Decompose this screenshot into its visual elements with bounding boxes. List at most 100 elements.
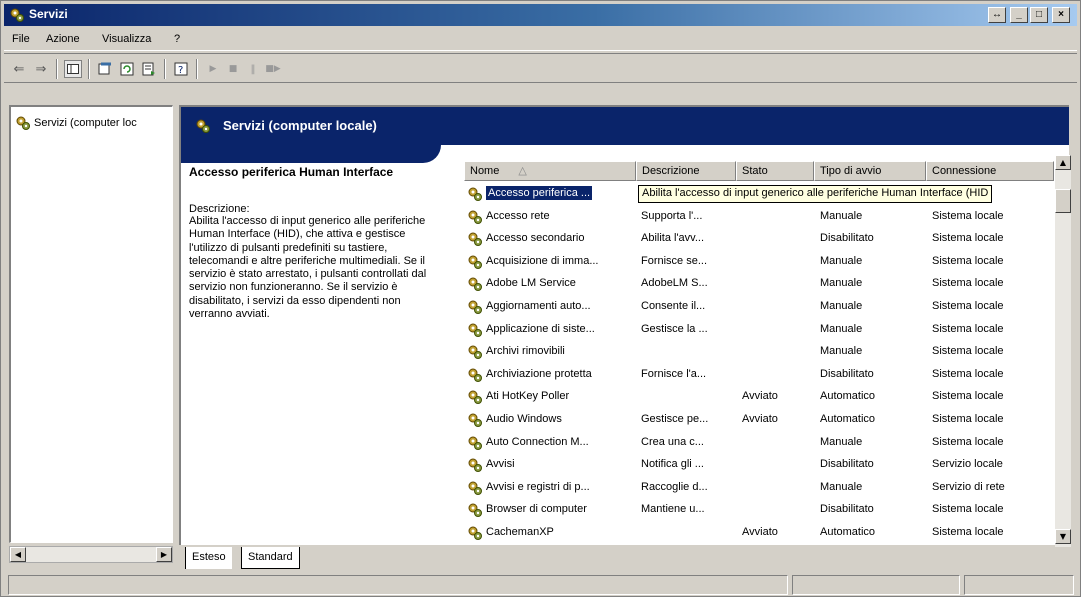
cell-logon: Sistema locale bbox=[932, 503, 1004, 516]
cell-name: Browser di computer bbox=[486, 503, 587, 516]
table-row[interactable]: Aggiornamenti auto... Consente il... Manua… bbox=[464, 296, 1064, 318]
table-row[interactable]: Auto Connection M... Crea una c... Manuale… bbox=[464, 432, 1064, 454]
maximize-button[interactable]: □ bbox=[1030, 7, 1048, 23]
cell-logon: Sistema locale bbox=[932, 367, 1004, 380]
table-row[interactable]: Applicazione di siste... Gestisce la ... M… bbox=[464, 319, 1064, 341]
details-pane: Servizi (computer locale) Accesso perife… bbox=[179, 105, 1071, 547]
table-row[interactable]: Ati HotKey Poller Avviato Automatico Sistem… bbox=[464, 386, 1064, 408]
show-hide-tree-icon[interactable] bbox=[64, 60, 82, 78]
list-vertical-scrollbar[interactable]: ▲ ▼ bbox=[1055, 155, 1071, 547]
table-row[interactable]: Adobe LM Service AdobeLM S... Manuale Siste… bbox=[464, 273, 1064, 295]
column-header-logon[interactable]: Connessione bbox=[926, 161, 1054, 181]
cell-startup: Manuale bbox=[820, 300, 863, 312]
title-bar[interactable]: Servizi ↔ _ □ × bbox=[4, 4, 1077, 26]
cell-status: Avviato bbox=[742, 390, 778, 403]
details-header-title: Servizi (computer locale) bbox=[223, 118, 377, 133]
cell-logon: Sistema locale bbox=[932, 390, 1004, 403]
tree-item-services[interactable]: Servizi (computer loc bbox=[15, 115, 137, 131]
table-row[interactable]: Acquisizione di imma... Fornisce se... Man… bbox=[464, 251, 1064, 273]
cell-description: AdobeLM S... bbox=[641, 277, 708, 290]
cell-logon: Sistema locale bbox=[932, 345, 1004, 358]
column-header-startup[interactable]: Tipo di avvio bbox=[814, 161, 926, 181]
menu-file[interactable]: File bbox=[12, 33, 30, 45]
service-gear-icon bbox=[468, 458, 482, 473]
cell-name: Adobe LM Service bbox=[486, 277, 576, 290]
table-row[interactable]: Accesso rete Supporta l'... Manuale Sistema… bbox=[464, 206, 1064, 228]
cell-name: Auto Connection M... bbox=[486, 435, 589, 448]
cell-status: Avviato bbox=[742, 413, 778, 425]
column-header-name[interactable]: Nome △ bbox=[464, 161, 636, 181]
tab-standard[interactable]: Standard bbox=[241, 547, 300, 569]
service-gear-icon bbox=[468, 503, 482, 518]
cell-startup: Manuale bbox=[820, 435, 863, 448]
status-bar bbox=[4, 575, 1077, 595]
cell-logon: Servizio di rete bbox=[932, 480, 1005, 493]
column-header-description[interactable]: Descrizione bbox=[636, 161, 736, 181]
cell-description: Fornisce se... bbox=[641, 254, 708, 267]
menu-bar: File Azione Visualizza ? bbox=[4, 29, 1077, 51]
tree-horizontal-scrollbar[interactable]: ◀ ▶ bbox=[9, 546, 173, 563]
window-title: Servizi bbox=[29, 7, 68, 21]
cell-logon: Sistema locale bbox=[932, 413, 1004, 425]
cell-startup: Automatico bbox=[820, 390, 876, 403]
back-icon[interactable]: ⇐ bbox=[10, 60, 28, 78]
minimize-button[interactable]: _ bbox=[1010, 7, 1028, 23]
menu-visualizza[interactable]: Visualizza bbox=[102, 33, 151, 45]
cell-description: Supporta l'... bbox=[641, 209, 703, 222]
help-context-button[interactable]: ↔ bbox=[988, 7, 1006, 23]
service-gear-icon bbox=[468, 526, 482, 540]
table-row[interactable]: Avvisi Notifica gli ... Disabilitato Serviz… bbox=[464, 454, 1064, 476]
cell-startup: Manuale bbox=[820, 322, 863, 335]
cell-name: Aggiornamenti auto... bbox=[486, 300, 591, 312]
menu-help[interactable]: ? bbox=[174, 33, 180, 45]
cell-name: Avvisi e registri di p... bbox=[486, 480, 590, 493]
description-label: Descrizione: bbox=[189, 203, 250, 215]
cell-description: Consente il... bbox=[641, 300, 706, 312]
svg-text:?: ? bbox=[178, 65, 183, 76]
cell-logon: Sistema locale bbox=[932, 435, 1004, 448]
scroll-down-icon[interactable]: ▼ bbox=[1055, 529, 1071, 544]
cell-name: Archivi rimovibili bbox=[486, 345, 565, 358]
cell-description: Gestisce pe... bbox=[641, 413, 709, 425]
table-row[interactable]: Archivi rimovibili Manuale Sistema locale bbox=[464, 341, 1064, 363]
refresh-icon[interactable] bbox=[118, 60, 136, 78]
scroll-right-icon[interactable]: ▶ bbox=[156, 547, 172, 562]
export-list-icon[interactable] bbox=[140, 60, 158, 78]
help-icon[interactable]: ? bbox=[172, 60, 190, 78]
service-gear-icon bbox=[468, 390, 482, 405]
cell-startup: Disabilitato bbox=[820, 503, 874, 516]
cell-logon: Servizio locale bbox=[932, 458, 1003, 471]
service-gear-icon bbox=[468, 232, 482, 247]
menu-azione[interactable]: Azione bbox=[46, 33, 80, 45]
status-cell-main bbox=[8, 575, 788, 595]
scroll-left-icon[interactable]: ◀ bbox=[10, 547, 26, 562]
table-row[interactable]: CachemanXP Avviato Automatico Sistema local… bbox=[464, 522, 1064, 544]
table-row[interactable]: Accesso secondario Abilita l'avv... Disabi… bbox=[464, 228, 1064, 250]
tab-esteso[interactable]: Esteso bbox=[185, 547, 232, 569]
toolbar-separator bbox=[196, 59, 198, 79]
cell-startup: Disabilitato bbox=[820, 367, 874, 380]
table-row[interactable]: Accesso periferica ... Abilita l'accesso … bbox=[464, 183, 1064, 205]
cell-startup: Manuale bbox=[820, 254, 863, 267]
table-row[interactable]: Avvisi e registri di p... Raccoglie d... M… bbox=[464, 477, 1064, 499]
scroll-up-icon[interactable]: ▲ bbox=[1055, 155, 1071, 170]
forward-icon[interactable]: ⇒ bbox=[32, 60, 50, 78]
service-gear-icon bbox=[468, 300, 482, 314]
stop-service-icon[interactable]: ■ bbox=[224, 60, 242, 78]
properties-icon[interactable] bbox=[96, 60, 114, 78]
column-header-status[interactable]: Stato bbox=[736, 161, 814, 181]
start-service-icon[interactable]: ▶ bbox=[204, 60, 222, 78]
tree-pane: Servizi (computer loc bbox=[9, 105, 173, 543]
table-row[interactable]: Archiviazione protetta Fornisce l'a... Dis… bbox=[464, 364, 1064, 386]
cell-startup: Manuale bbox=[820, 277, 863, 290]
service-gear-icon bbox=[468, 323, 482, 337]
description-panel: Accesso periferica Human Interface Descr… bbox=[189, 165, 459, 545]
table-row[interactable]: Browser di computer Mantiene u... Disabili… bbox=[464, 499, 1064, 521]
table-row[interactable]: Audio Windows Gestisce pe... Avviato Automa… bbox=[464, 409, 1064, 431]
close-button[interactable]: × bbox=[1052, 7, 1070, 23]
restart-service-icon[interactable]: ■▶ bbox=[264, 60, 282, 78]
scroll-thumb[interactable] bbox=[1055, 189, 1071, 213]
services-gear-icon bbox=[196, 119, 210, 133]
pause-service-icon[interactable]: ‖ bbox=[244, 60, 262, 78]
sort-ascending-icon: △ bbox=[518, 165, 527, 177]
